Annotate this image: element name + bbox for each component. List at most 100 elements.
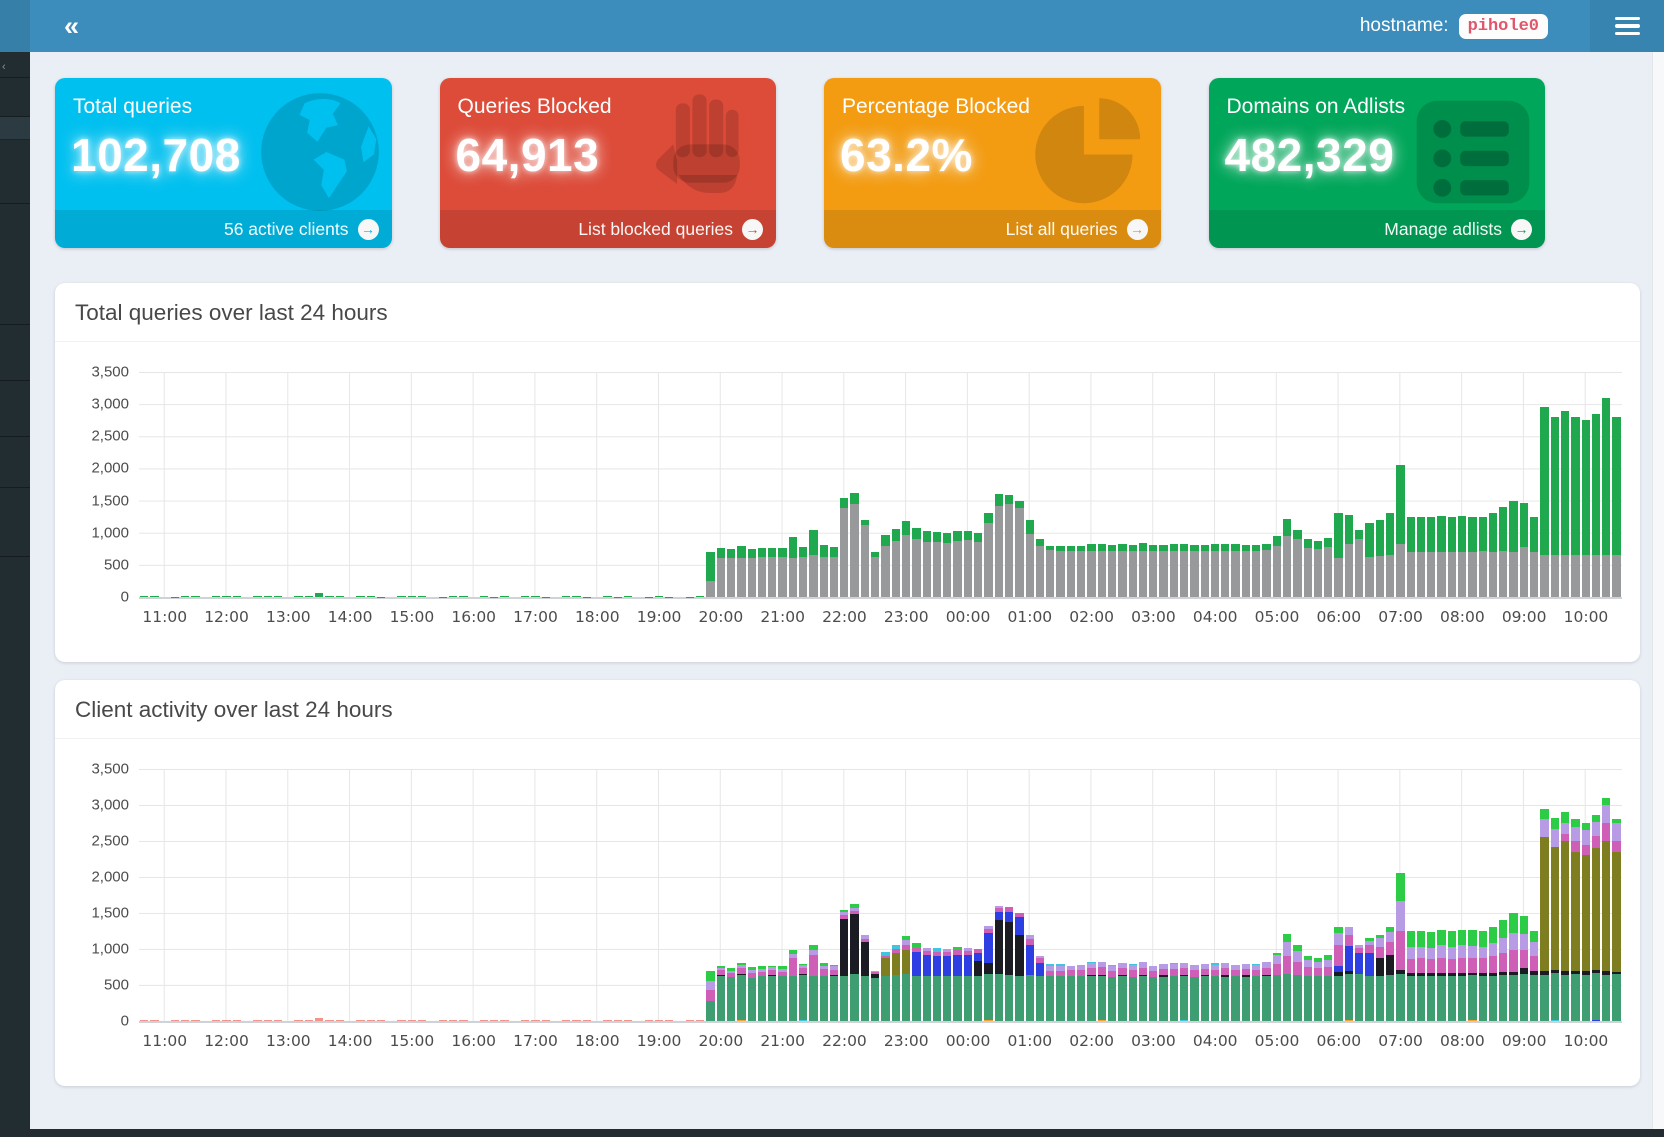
x-tick-label: 23:00: [884, 608, 929, 626]
bar: [397, 372, 405, 597]
stat-card-percentage-blocked: Percentage Blocked 63.2% List all querie…: [824, 78, 1161, 248]
stat-card-footer-label: Manage adlists: [1384, 219, 1502, 240]
bar: [1098, 769, 1106, 1021]
bar: [1520, 372, 1528, 597]
sidebar-item[interactable]: [0, 140, 30, 204]
bar: [1314, 372, 1322, 597]
bar: [1571, 372, 1579, 597]
bar: [418, 372, 426, 597]
collapsed-sidebar[interactable]: ‹: [0, 52, 30, 1137]
y-tick-label: 3,000: [91, 396, 129, 413]
bar: [1417, 372, 1425, 597]
bar: [1386, 769, 1394, 1021]
sidebar-item[interactable]: [0, 381, 30, 437]
x-tick-label: 13:00: [266, 1032, 311, 1050]
bar: [727, 769, 735, 1021]
bar: [624, 372, 632, 597]
sidebar-item[interactable]: [0, 437, 30, 488]
bar: [748, 372, 756, 597]
hamburger-icon: [1615, 17, 1640, 21]
x-tick-label: 17:00: [513, 1032, 558, 1050]
bar: [1242, 769, 1250, 1021]
arrow-circle-right-icon: →: [742, 219, 763, 240]
x-tick-label: 12:00: [204, 1032, 249, 1050]
bar: [778, 372, 786, 597]
bar: [233, 372, 241, 597]
bar: [850, 769, 858, 1021]
stat-card-title: Queries Blocked: [440, 78, 777, 119]
y-tick-label: 3,000: [91, 797, 129, 814]
bar: [305, 372, 313, 597]
bar: [1345, 769, 1353, 1021]
bar: [953, 769, 961, 1021]
bar: [171, 769, 179, 1021]
bar: [284, 769, 292, 1021]
bar: [1468, 372, 1476, 597]
client-activity-chart[interactable]: [139, 769, 1622, 1023]
bar: [1005, 372, 1013, 597]
sidebar-item[interactable]: [0, 78, 30, 117]
stat-card-queries-blocked: Queries Blocked 64,913 List blocked quer…: [440, 78, 777, 248]
x-tick-label: 01:00: [1007, 1032, 1052, 1050]
bar: [1262, 769, 1270, 1021]
y-tick-label: 2,500: [91, 428, 129, 445]
sidebar-item[interactable]: [0, 325, 30, 381]
x-tick-label: 17:00: [513, 608, 558, 626]
bar: [1396, 769, 1404, 1021]
bar: [820, 372, 828, 597]
bar: [222, 372, 230, 597]
sidebar-collapse-icon[interactable]: «: [64, 3, 79, 49]
bar: [1221, 372, 1229, 597]
hamburger-menu-button[interactable]: [1590, 0, 1664, 52]
x-tick-label: 15:00: [390, 608, 435, 626]
bar: [500, 372, 508, 597]
bar: [717, 372, 725, 597]
bar: [1602, 769, 1610, 1021]
sidebar-item[interactable]: [0, 204, 30, 325]
bar: [1396, 372, 1404, 597]
bar: [1180, 769, 1188, 1021]
bar: [408, 769, 416, 1021]
x-tick-label: 06:00: [1316, 608, 1361, 626]
bar: [974, 372, 982, 597]
x-tick-label: 23:00: [884, 1032, 929, 1050]
stat-card-footer-link[interactable]: 56 active clients →: [55, 210, 392, 248]
sidebar-item[interactable]: [0, 488, 30, 557]
y-axis: 3,5003,0002,5002,0001,5001,0005000: [77, 372, 139, 597]
sidebar-item-active[interactable]: [0, 117, 30, 140]
bar: [809, 769, 817, 1021]
bar: [1427, 769, 1435, 1021]
bar: [315, 769, 323, 1021]
bar: [1056, 769, 1064, 1021]
arrow-circle-right-icon: →: [1511, 219, 1532, 240]
bar: [284, 372, 292, 597]
x-tick-label: 11:00: [142, 608, 187, 626]
stat-card-footer-link[interactable]: Manage adlists →: [1209, 210, 1546, 248]
bar: [572, 372, 580, 597]
bar: [1551, 372, 1559, 597]
total-queries-chart[interactable]: [139, 372, 1622, 599]
scrollbar-track[interactable]: [1652, 52, 1664, 1137]
bar: [748, 769, 756, 1021]
bar: [1304, 372, 1312, 597]
bar: [1221, 769, 1229, 1021]
bar: [1077, 372, 1085, 597]
logo-area: [0, 0, 30, 52]
bar: [737, 769, 745, 1021]
bar: [923, 769, 931, 1021]
bar: [1067, 372, 1075, 597]
bar: [542, 372, 550, 597]
y-tick-label: 0: [121, 589, 129, 606]
bar: [1407, 769, 1415, 1021]
bar: [1046, 372, 1054, 597]
stat-card-footer-link[interactable]: List all queries →: [824, 210, 1161, 248]
bar: [1015, 372, 1023, 597]
bar: [356, 769, 364, 1021]
bar: [408, 372, 416, 597]
bar: [686, 769, 694, 1021]
bar: [459, 372, 467, 597]
bar: [315, 372, 323, 597]
stat-card-footer-link[interactable]: List blocked queries →: [440, 210, 777, 248]
sidebar-item[interactable]: ‹: [0, 52, 30, 78]
y-tick-label: 1,500: [91, 492, 129, 509]
